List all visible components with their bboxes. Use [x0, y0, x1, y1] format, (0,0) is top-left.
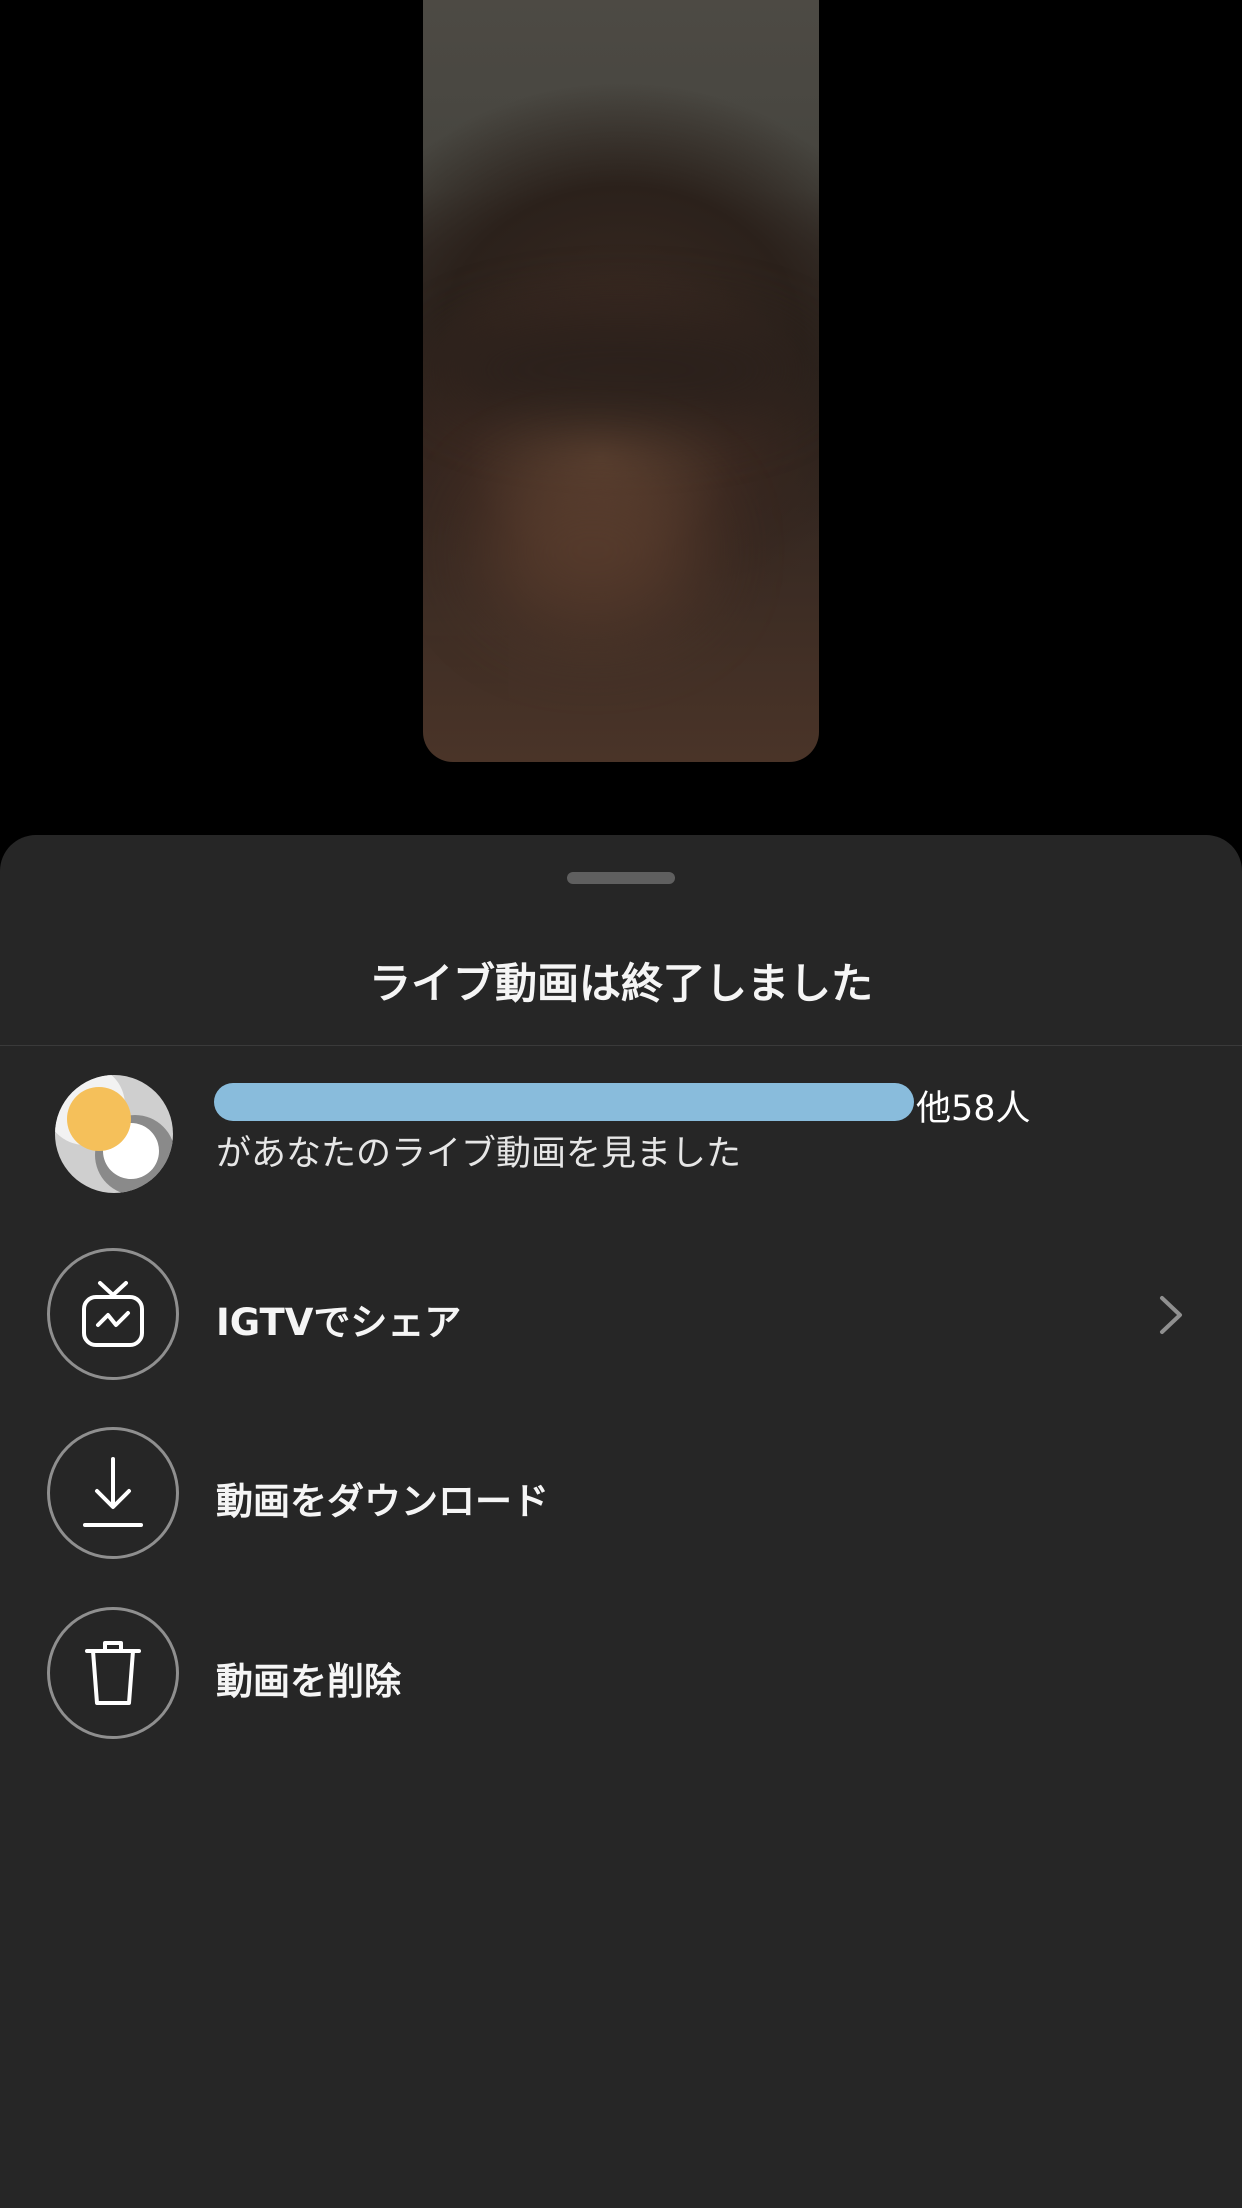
- share-igtv-label: IGTVでシェア: [216, 1301, 462, 1344]
- igtv-icon-circle: [47, 1248, 179, 1380]
- chevron-right-icon: [1150, 1292, 1190, 1338]
- sheet-title: ライブ動画は終了しました: [368, 959, 873, 1008]
- live-video-preview: [423, 0, 819, 762]
- share-igtv-button[interactable]: IGTVでシェア: [0, 1248, 1242, 1384]
- bottom-sheet: ライブ動画は終了しました 他58人 があなたのライブ動画を見ました IGTVでシ…: [0, 835, 1242, 2208]
- igtv-icon: [80, 1279, 146, 1349]
- delete-video-button[interactable]: 動画を削除: [0, 1607, 1242, 1743]
- trash-icon-circle: [47, 1607, 179, 1739]
- divider: [0, 1045, 1242, 1046]
- avatar-dot: [67, 1087, 131, 1151]
- sheet-drag-handle[interactable]: [567, 872, 675, 884]
- download-video-button[interactable]: 動画をダウンロード: [0, 1427, 1242, 1563]
- delete-video-label: 動画を削除: [216, 1660, 401, 1703]
- preview-blur-shape: [433, 310, 813, 430]
- viewers-count: 他58人: [916, 1089, 1031, 1129]
- viewers-subtitle: があなたのライブ動画を見ました: [216, 1134, 742, 1174]
- download-icon: [81, 1455, 145, 1531]
- viewers-summary[interactable]: 他58人 があなたのライブ動画を見ました: [0, 1075, 1242, 1205]
- trash-icon: [83, 1637, 143, 1709]
- download-video-label: 動画をダウンロード: [216, 1480, 549, 1523]
- viewer-avatars: [55, 1075, 173, 1193]
- redaction-mark: [214, 1083, 914, 1121]
- download-icon-circle: [47, 1427, 179, 1559]
- preview-blur-shape: [483, 470, 703, 630]
